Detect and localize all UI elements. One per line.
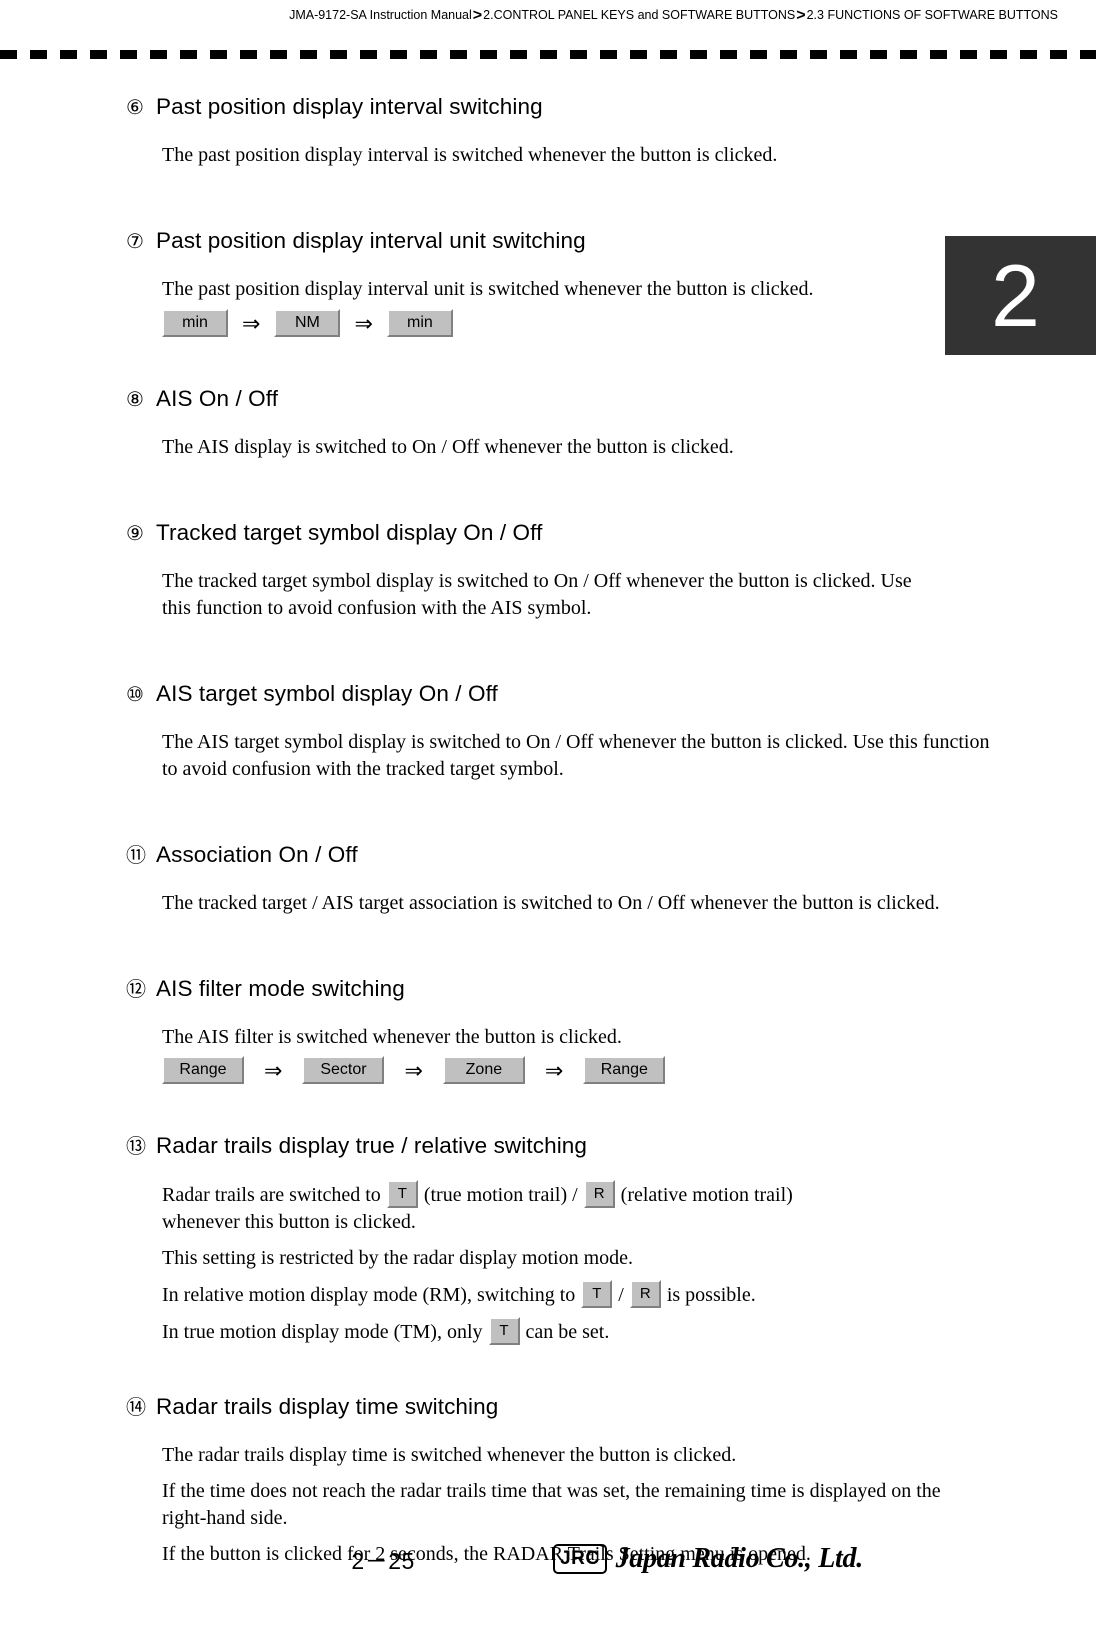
section-13-title: Radar trails display true / relative swi… <box>156 1133 588 1158</box>
section-7-number: ⑦ <box>126 231 144 253</box>
page-footer: 2－25 JRC Japan Radio Co., Ltd. <box>0 1542 1096 1576</box>
section-6-title: Past position display interval switching <box>156 94 543 119</box>
button-range[interactable]: Range <box>162 1056 244 1084</box>
breadcrumb-item-chapter: 2.CONTROL PANEL KEYS and SOFTWARE BUTTON… <box>483 8 796 22</box>
text-fragment: (true motion trail) / <box>423 1183 578 1206</box>
section-12-number: ⑫ <box>126 979 146 1001</box>
section-12-body: The AIS filter is switched whenever the … <box>0 1024 1096 1051</box>
section-9-body: The tracked target symbol display is swi… <box>0 568 1096 622</box>
text-fragment: can be set. <box>525 1320 610 1343</box>
breadcrumb-separator-icon: > <box>796 7 806 24</box>
paragraph: The tracked target / AIS target associat… <box>162 892 940 914</box>
section-11-heading: ⑪ Association On / Off <box>0 840 1096 871</box>
section-8-number: ⑧ <box>126 389 144 411</box>
page-number: 2－25 <box>351 1548 415 1574</box>
button-sector[interactable]: Sector <box>302 1056 385 1084</box>
button-min[interactable]: min <box>162 309 228 337</box>
button-r[interactable]: R <box>583 1180 615 1208</box>
button-t-tm[interactable]: T <box>488 1317 520 1345</box>
section-8-title: AIS On / Off <box>156 386 279 411</box>
arrow-right-icon: ⇒ <box>404 1058 423 1083</box>
line-rm-mode: In relative motion display mode (RM), sw… <box>162 1280 996 1309</box>
arrow-right-icon: ⇒ <box>264 1058 283 1083</box>
section-8-body: The AIS display is switched to On / Off … <box>0 434 1096 461</box>
paragraph: The tracked target symbol display is swi… <box>162 570 912 619</box>
text-fragment: In relative motion display mode (RM), sw… <box>162 1283 576 1306</box>
section-12-title: AIS filter mode switching <box>156 976 405 1001</box>
section-14-title: Radar trails display time switching <box>156 1394 499 1419</box>
section-11: ⑪ Association On / Off The tracked targe… <box>0 840 1096 917</box>
text-fragment: / <box>618 1283 624 1306</box>
section-7-heading: ⑦ Past position display interval unit sw… <box>0 226 1096 257</box>
section-13-number: ⑬ <box>126 1136 146 1158</box>
breadcrumb-separator-icon: > <box>472 7 483 24</box>
section-13: ⑬ Radar trails display true / relative s… <box>0 1131 1096 1346</box>
section-10-title: AIS target symbol display On / Off <box>156 681 498 706</box>
paragraph: The past position display interval is sw… <box>162 144 778 166</box>
section-9: ⑨ Tracked target symbol display On / Off… <box>0 518 1096 622</box>
page-content: ⑥ Past position display interval switchi… <box>0 92 1096 1568</box>
arrow-right-icon: ⇒ <box>354 311 373 336</box>
line-tm-mode: In true motion display mode (TM), only T… <box>162 1317 996 1346</box>
section-7-title: Past position display interval unit swit… <box>156 228 586 253</box>
section-10-body: The AIS target symbol display is switche… <box>0 729 1096 783</box>
header-dashed-rule <box>0 50 1096 59</box>
section-9-heading: ⑨ Tracked target symbol display On / Off <box>0 518 1096 549</box>
button-t-rm[interactable]: T <box>581 1280 613 1308</box>
paragraph: The AIS filter is switched whenever the … <box>162 1026 622 1048</box>
button-zone[interactable]: Zone <box>442 1056 525 1084</box>
section-6: ⑥ Past position display interval switchi… <box>0 92 1096 169</box>
section-12: ⑫ AIS filter mode switching The AIS filt… <box>0 974 1096 1085</box>
text-fragment: (relative motion trail) <box>620 1183 793 1206</box>
line-true-relative: Radar trails are switched to T (true mot… <box>162 1180 996 1209</box>
jrc-logo-text: Japan Radio Co., Ltd. <box>615 1543 864 1574</box>
button-t[interactable]: T <box>386 1180 418 1208</box>
button-min-2[interactable]: min <box>386 309 453 337</box>
paragraph: This setting is restricted by the radar … <box>162 1247 634 1269</box>
paragraph: The AIS display is switched to On / Off … <box>162 436 734 458</box>
section-7-body: The past position display interval unit … <box>0 276 1096 303</box>
section-14-number: ⑭ <box>126 1397 146 1419</box>
breadcrumb: JMA-9172-SA Instruction Manual>2.CONTROL… <box>0 5 1058 26</box>
text-fragment: In true motion display mode (TM), only <box>162 1320 483 1343</box>
section-14-heading: ⑭ Radar trails display time switching <box>0 1392 1096 1423</box>
section-6-number: ⑥ <box>126 97 144 119</box>
section-9-title: Tracked target symbol display On / Off <box>156 520 543 545</box>
section-10-number: ⑩ <box>126 684 144 706</box>
arrow-right-icon: ⇒ <box>544 1058 564 1083</box>
paragraph: whenever this button is clicked. <box>162 1211 416 1233</box>
section-6-body: The past position display interval is sw… <box>0 142 1096 169</box>
section-13-heading: ⑬ Radar trails display true / relative s… <box>0 1131 1096 1162</box>
arrow-right-icon: ⇒ <box>242 311 261 336</box>
page-header: JMA-9172-SA Instruction Manual>2.CONTROL… <box>0 0 1096 26</box>
section-11-body: The tracked target / AIS target associat… <box>0 890 1096 917</box>
button-r-rm[interactable]: R <box>629 1280 661 1308</box>
breadcrumb-item-manual: JMA-9172-SA Instruction Manual <box>289 8 472 22</box>
text-fragment: is possible. <box>666 1283 756 1306</box>
breadcrumb-item-section: 2.3 FUNCTIONS OF SOFTWARE BUTTONS <box>806 8 1058 22</box>
section-9-number: ⑨ <box>126 523 144 545</box>
paragraph: The radar trails display time is switche… <box>162 1444 737 1466</box>
section-6-heading: ⑥ Past position display interval switchi… <box>0 92 1096 123</box>
section-11-title: Association On / Off <box>156 842 358 867</box>
jrc-logo: JRC Japan Radio Co., Ltd. <box>553 1543 863 1575</box>
section-10: ⑩ AIS target symbol display On / Off The… <box>0 679 1096 783</box>
section-12-button-sequence: Range ⇒ Sector ⇒ Zone ⇒ Range <box>0 1056 1096 1085</box>
section-12-heading: ⑫ AIS filter mode switching <box>0 974 1096 1005</box>
paragraph: The past position display interval unit … <box>162 278 814 300</box>
section-10-heading: ⑩ AIS target symbol display On / Off <box>0 679 1096 710</box>
section-8: ⑧ AIS On / Off The AIS display is switch… <box>0 384 1096 461</box>
button-nm[interactable]: NM <box>274 309 341 337</box>
paragraph: If the time does not reach the radar tra… <box>162 1480 941 1529</box>
jrc-logo-mark-icon: JRC <box>553 1544 607 1574</box>
button-range-2[interactable]: Range <box>583 1056 666 1084</box>
section-7: ⑦ Past position display interval unit sw… <box>0 226 1096 338</box>
section-7-button-sequence: min ⇒ NM ⇒ min <box>0 309 1096 338</box>
section-13-body: Radar trails are switched to T (true mot… <box>0 1180 1096 1346</box>
section-8-heading: ⑧ AIS On / Off <box>0 384 1096 415</box>
text-fragment: Radar trails are switched to <box>162 1183 381 1206</box>
section-11-number: ⑪ <box>126 845 146 867</box>
paragraph: The AIS target symbol display is switche… <box>162 731 990 780</box>
